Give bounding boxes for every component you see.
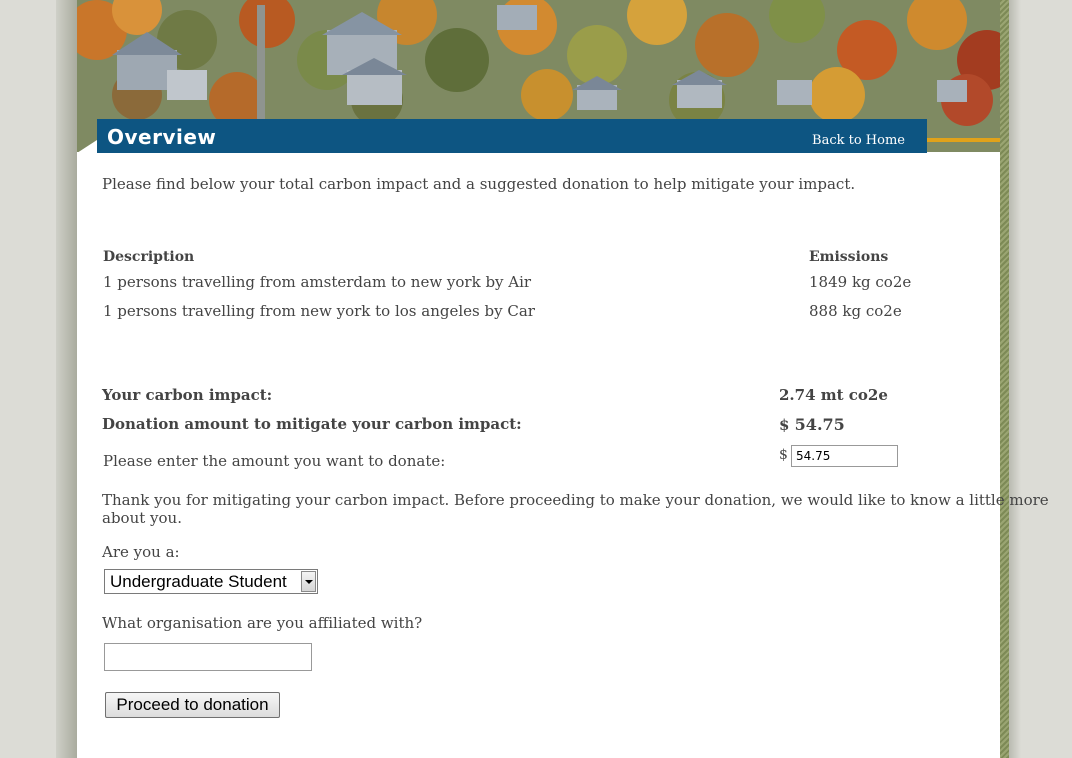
proceed-to-donation-button[interactable]: Proceed to donation [105, 692, 280, 718]
role-selected-value: Undergraduate Student [110, 572, 287, 591]
page-title: Overview [107, 125, 217, 149]
donation-amount-input[interactable] [791, 445, 898, 467]
page: Overview Back to Home Please find below … [77, 0, 1049, 758]
accent-line [927, 138, 1000, 142]
page-shadow-right [1009, 0, 1021, 758]
currency-symbol: $ [779, 416, 790, 434]
enter-currency-symbol: $ [779, 447, 788, 463]
role-label: Are you a: [102, 543, 180, 561]
carbon-impact-label: Your carbon impact: [102, 386, 273, 404]
description-header: Description [103, 249, 195, 265]
organisation-input[interactable] [104, 643, 312, 671]
thanks-text-line2: about you. [102, 509, 182, 527]
trip-description: 1 persons travelling from new york to lo… [103, 302, 535, 320]
donation-amount-number: 54.75 [794, 415, 845, 434]
enter-amount-label: Please enter the amount you want to dona… [103, 452, 446, 470]
trip-emissions: 1849 kg co2e [809, 273, 912, 291]
donation-amount-value: $ 54.75 [779, 415, 845, 434]
title-bar: Overview Back to Home [97, 119, 927, 153]
back-to-home-link[interactable]: Back to Home [812, 133, 905, 148]
intro-text: Please find below your total carbon impa… [102, 175, 856, 193]
page-border-right [1000, 0, 1009, 758]
trip-emissions: 888 kg co2e [809, 302, 902, 320]
emissions-header: Emissions [809, 249, 889, 265]
trip-description: 1 persons travelling from amsterdam to n… [103, 273, 532, 291]
corner-arrow [77, 140, 97, 153]
page-shadow-left [56, 0, 77, 758]
thanks-text-line1: Thank you for mitigating your carbon imp… [102, 491, 1049, 509]
organisation-label: What organisation are you affiliated wit… [102, 614, 423, 632]
role-select[interactable]: Undergraduate Student [104, 569, 318, 594]
chevron-down-icon[interactable] [301, 571, 316, 592]
donation-amount-label: Donation amount to mitigate your carbon … [102, 415, 522, 433]
carbon-impact-value: 2.74 mt co2e [779, 386, 888, 404]
